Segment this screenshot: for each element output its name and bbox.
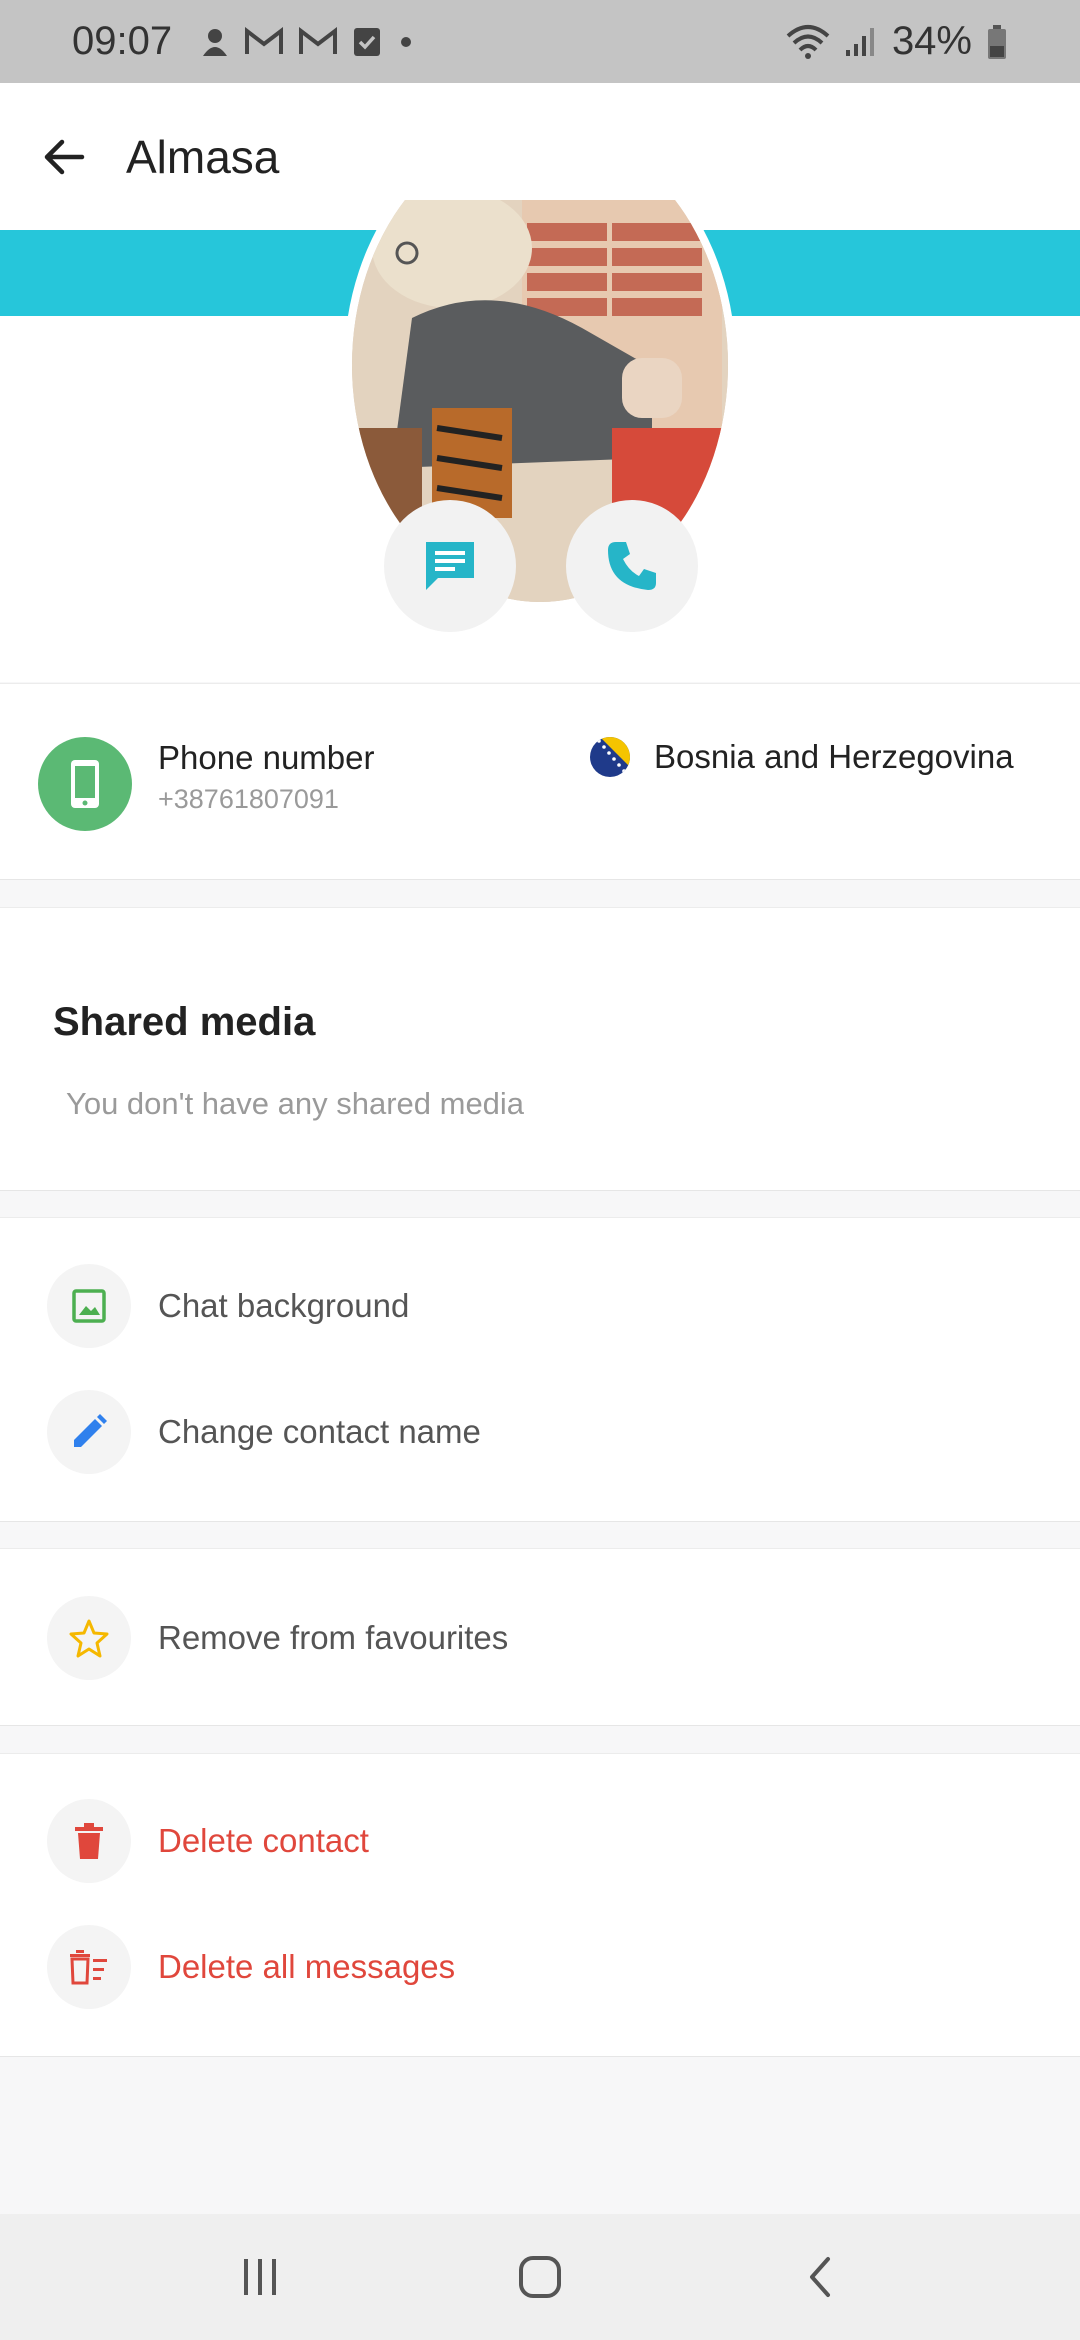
phone-icon xyxy=(608,542,656,590)
country-info: Bosnia and Herzegovina xyxy=(590,737,1014,777)
battery-icon xyxy=(986,24,1008,60)
delete-contact-row[interactable]: Delete contact xyxy=(0,1778,1080,1904)
battery-percent: 34% xyxy=(891,19,972,63)
gmail-icon xyxy=(244,26,284,57)
status-left: 09:07 xyxy=(72,19,416,64)
task-check-icon xyxy=(352,26,382,58)
change-contact-name-label: Change contact name xyxy=(158,1413,481,1450)
shared-media-title: Shared media xyxy=(53,1000,316,1044)
chat-icon xyxy=(426,542,474,590)
delete-sweep-icon xyxy=(47,1925,131,2009)
assistant-icon xyxy=(200,26,230,58)
delete-contact-label: Delete contact xyxy=(158,1822,369,1859)
back-icon xyxy=(810,2257,830,2297)
change-contact-name-row[interactable]: Change contact name xyxy=(0,1369,1080,1495)
bosnia-flag-icon xyxy=(590,737,630,777)
dot-icon xyxy=(396,32,416,52)
delete-all-messages-row[interactable]: Delete all messages xyxy=(0,1904,1080,2030)
phone-number-label: Phone number xyxy=(158,739,375,776)
wifi-icon xyxy=(786,24,830,60)
phone-number-value[interactable]: +38761807091 xyxy=(158,784,339,815)
system-nav-bar xyxy=(0,2214,1080,2340)
chat-background-row[interactable]: Chat background xyxy=(0,1243,1080,1369)
shared-media-empty-text: You don't have any shared media xyxy=(66,1086,525,1121)
recent-apps-icon xyxy=(244,2259,276,2295)
delete-card: Delete contact Delete all messages xyxy=(0,1753,1080,2057)
phone-info-card: Phone number +38761807091 Bosnia and Her… xyxy=(0,683,1080,880)
favourites-card: Remove from favourites xyxy=(0,1548,1080,1726)
options-card: Chat background Change contact name xyxy=(0,1217,1080,1522)
mobile-phone-icon xyxy=(38,737,132,831)
remove-from-favourites-row[interactable]: Remove from favourites xyxy=(0,1575,1080,1701)
status-time: 09:07 xyxy=(72,19,173,63)
delete-all-messages-label: Delete all messages xyxy=(158,1948,456,1985)
remove-from-favourites-label: Remove from favourites xyxy=(158,1619,509,1656)
arrow-back-icon xyxy=(44,139,85,174)
system-back-button[interactable] xyxy=(760,2227,880,2327)
chat-background-label: Chat background xyxy=(158,1287,410,1324)
message-button[interactable] xyxy=(384,500,516,632)
gmail-icon xyxy=(298,26,338,57)
trash-icon xyxy=(47,1799,131,1883)
image-icon xyxy=(47,1264,131,1348)
shared-media-card: Shared media You don't have any shared m… xyxy=(0,907,1080,1191)
page-title: Almasa xyxy=(126,130,280,183)
signal-icon xyxy=(844,26,878,58)
home-button[interactable] xyxy=(480,2227,600,2327)
pencil-icon xyxy=(47,1390,131,1474)
home-icon xyxy=(519,2256,561,2298)
status-right: 34% xyxy=(786,19,1008,64)
star-outline-icon xyxy=(47,1596,131,1680)
status-bar: 09:07 34% xyxy=(0,0,1080,83)
recent-apps-button[interactable] xyxy=(200,2227,320,2327)
back-button[interactable] xyxy=(22,115,106,199)
call-button[interactable] xyxy=(566,500,698,632)
profile-header xyxy=(0,200,1080,682)
contact-details-screen: 09:07 34% Almasa Phone number +387618070… xyxy=(0,0,1080,2340)
country-name: Bosnia and Herzegovina xyxy=(654,738,1014,775)
